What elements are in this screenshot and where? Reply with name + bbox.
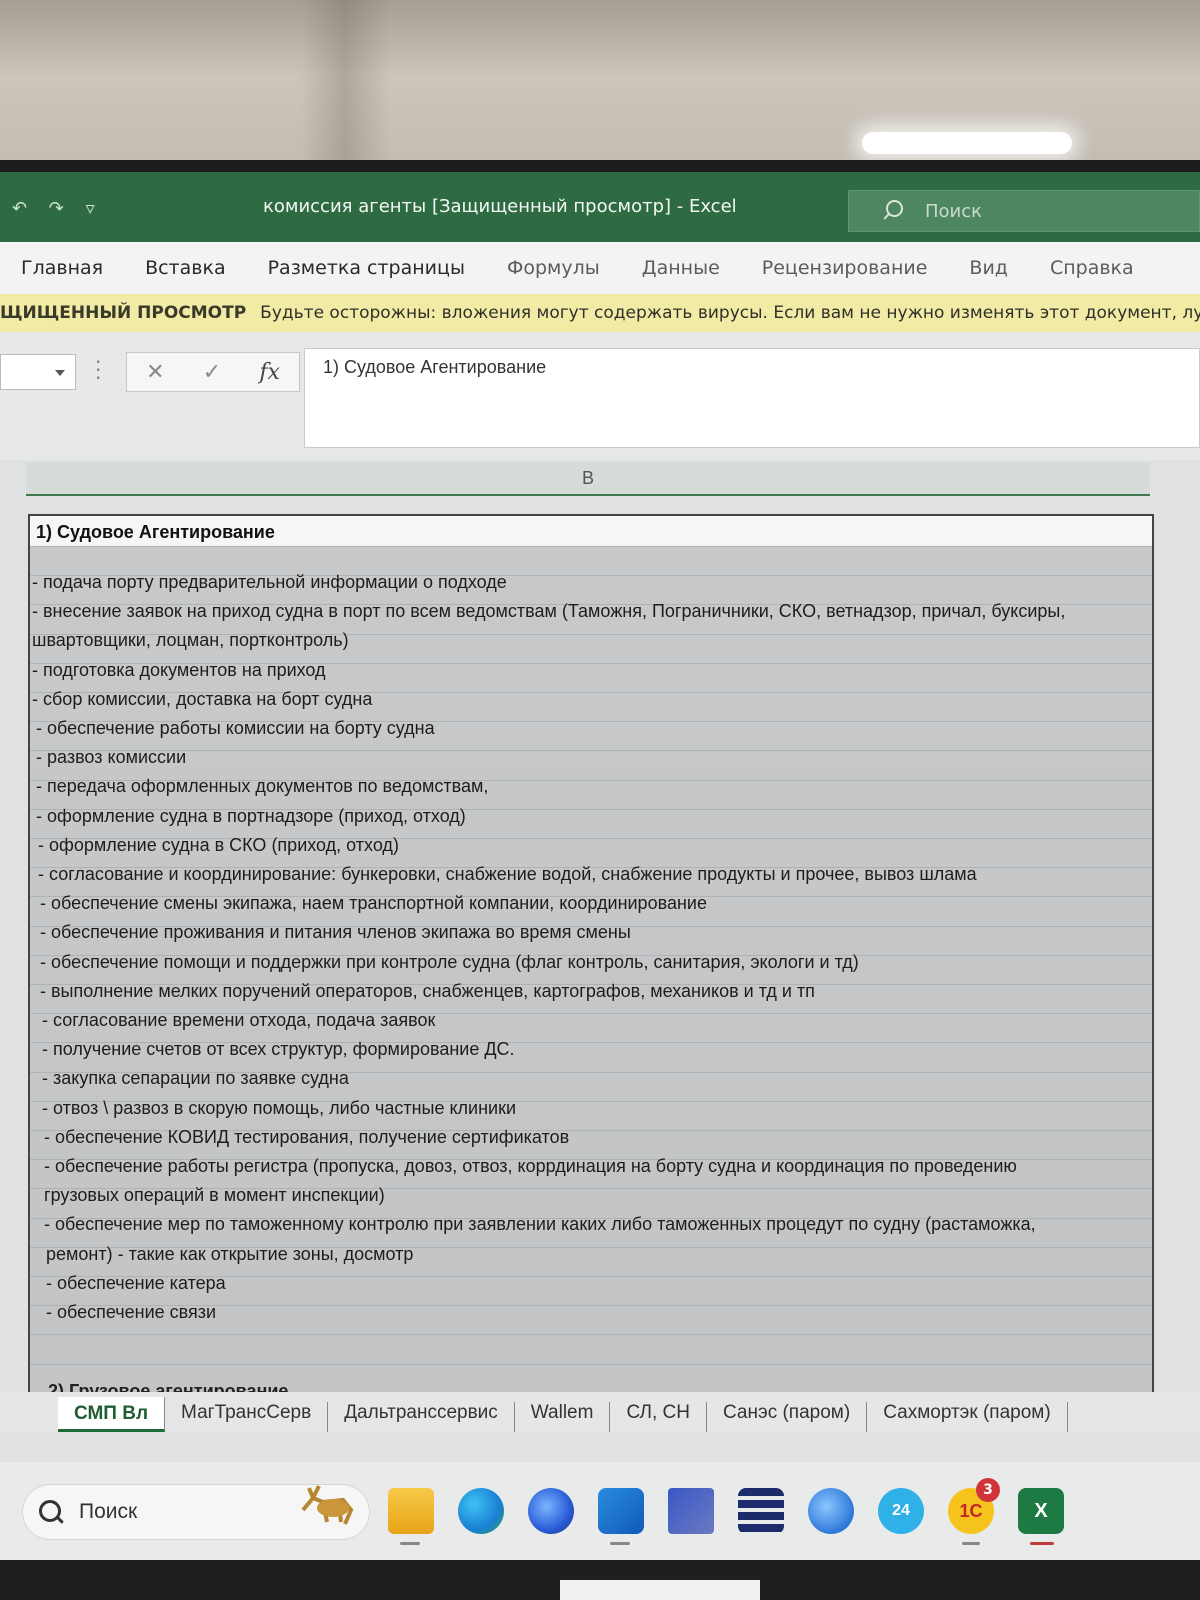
column-header-b[interactable]: B (26, 462, 1150, 496)
running-indicator (962, 1542, 980, 1545)
cell-line: - обеспечение КОВИД тестирования, получе… (44, 1126, 570, 1147)
cell-line: швартовщики, лоцман, портконтроль) (32, 630, 349, 651)
cell-line: - получение счетов от всех структур, фор… (42, 1039, 515, 1060)
background-room (0, 0, 1200, 172)
tab-page-layout[interactable]: Разметка страницы (247, 257, 486, 279)
search-icon (39, 1500, 65, 1526)
sheet-tab-magtransserv[interactable]: МагТрансСерв (165, 1402, 329, 1432)
protected-view-bar: ЩИЩЕННЫЙ ПРОСМОТР Будьте осторожны: влож… (0, 294, 1200, 332)
protected-view-label: ЩИЩЕННЫЙ ПРОСМОТР (0, 303, 247, 323)
row-gridline (30, 1363, 1152, 1365)
tab-view[interactable]: Вид (948, 257, 1029, 279)
cell-line: - развоз комиссии (36, 747, 187, 768)
cell-line: - обеспечение работы регистра (пропуска,… (44, 1156, 1017, 1176)
formula-bar: · · · ✕ ✓ fx 1) Судовое Агентирование (0, 332, 1200, 460)
row-gridline (30, 546, 1152, 547)
paper-sheet (560, 1580, 760, 1600)
active-indicator (1030, 1542, 1054, 1545)
ribbon-tabs: Главная Вставка Разметка страницы Формул… (0, 242, 1200, 294)
network-app-icon[interactable] (668, 1488, 714, 1534)
cell-line: - обеспечение смены экипажа, наем трансп… (40, 893, 707, 914)
formula-input[interactable]: 1) Судовое Агентирование (304, 348, 1200, 448)
cell-line: - закупка сепарации по заявке судна (42, 1068, 349, 1089)
sheet-tab-sl-sn[interactable]: СЛ, СН (610, 1402, 707, 1432)
excel-window: ↶ ↷ ▿ комиссия агенты [Защищенный просмо… (0, 172, 1200, 1560)
globe-app-icon[interactable] (808, 1488, 854, 1534)
stack-app-icon[interactable] (738, 1488, 784, 1534)
formula-buttons: ✕ ✓ fx (126, 352, 300, 392)
next-cell-heading: 2) Грузовое агентирование (48, 1381, 289, 1392)
quick-access-toolbar[interactable]: ↶ ↷ ▿ (12, 198, 103, 219)
cell-line: грузовых операций в момент инспекции) (44, 1185, 385, 1206)
cell-line: - согласование времени отхода, подача за… (42, 1010, 436, 1030)
cell-line: - выполнение мелких поручений операторов… (40, 980, 815, 1001)
tab-help[interactable]: Справка (1029, 257, 1155, 279)
notification-badge: 3 (976, 1478, 1000, 1502)
tab-home[interactable]: Главная (0, 257, 124, 279)
row-gridline (30, 750, 1152, 752)
cell-line: - оформление судна в портнадзоре (приход… (36, 805, 466, 826)
running-indicator (610, 1542, 630, 1545)
sheet-tab-sahmortek[interactable]: Сахмортэк (паром) (867, 1402, 1068, 1432)
search-placeholder: Поиск (925, 200, 983, 222)
running-indicator (400, 1542, 420, 1545)
sheet-tab-wallem[interactable]: Wallem (515, 1402, 611, 1432)
cancel-icon[interactable]: ✕ (146, 360, 164, 385)
outlook-icon[interactable] (598, 1488, 644, 1534)
sheet-tabs: СМП Вл МагТрансСерв Дальтранссервис Wall… (0, 1392, 1200, 1432)
tab-formulas[interactable]: Формулы (486, 257, 621, 279)
background-pillar (300, 0, 390, 172)
bitrix24-icon[interactable]: 24 (878, 1488, 924, 1534)
formula-bar-handle[interactable]: · · · (95, 352, 101, 388)
firefox-icon[interactable] (528, 1488, 574, 1534)
cell-line: - обеспечение мер по таможенному контрол… (44, 1214, 1036, 1235)
confirm-icon[interactable]: ✓ (203, 360, 221, 385)
cell-b-selected[interactable]: 1) Судовое Агентирование - подача порту … (28, 514, 1154, 1394)
monitor-bezel-bottom (0, 1560, 1200, 1600)
cell-line: - оформление судна в СКО (приход, отход) (38, 834, 399, 855)
sheet-tab-smp[interactable]: СМП Вл (58, 1397, 166, 1432)
cell-line: - обеспечение помощи и поддержки при кон… (40, 951, 859, 972)
insert-function-icon[interactable]: fx (259, 360, 280, 385)
taskbar: Поиск 24 1С 3 X (0, 1462, 1200, 1560)
chevron-down-icon[interactable] (55, 370, 65, 376)
protected-view-message: Будьте осторожны: вложения могут содержа… (260, 303, 1200, 323)
cell-line: - согласование и координирование: бункер… (38, 864, 977, 884)
search-box[interactable]: Поиск (848, 190, 1200, 232)
sheet-tab-sanes[interactable]: Санэс (паром) (707, 1402, 868, 1432)
cell-line: - передача оформленных документов по вед… (36, 776, 489, 797)
deer-app-icon[interactable] (293, 1480, 359, 1528)
cell-line: ремонт) - такие как открытие зоны, досмо… (46, 1243, 414, 1264)
sheet-tab-daltransservis[interactable]: Дальтранссервис (328, 1402, 515, 1432)
window-title: комиссия агенты [Защищенный просмотр] - … (263, 196, 737, 217)
taskbar-search-label: Поиск (79, 1500, 138, 1523)
tab-insert[interactable]: Вставка (124, 257, 247, 279)
tab-review[interactable]: Рецензирование (741, 257, 949, 279)
cell-line: - подготовка документов на приход (32, 659, 326, 680)
name-box[interactable] (0, 354, 76, 390)
file-explorer-icon[interactable] (388, 1488, 434, 1534)
cell-line: - отвоз \ развоз в скорую помощь, либо ч… (42, 1097, 517, 1118)
excel-icon[interactable]: X (1018, 1488, 1064, 1534)
cell-line: - подача порту предварительной информаци… (32, 572, 507, 592)
edge-icon[interactable] (458, 1488, 504, 1534)
cell-line: - обеспечение проживания и питания члено… (40, 922, 631, 943)
cell-line: - сбор комиссии, доставка на борт судна (32, 688, 373, 709)
cell-line: - внесение заявок на приход судна в порт… (32, 601, 1066, 622)
cell-line: - обеспечение работы комиссии на борту с… (36, 718, 435, 738)
title-bar: ↶ ↷ ▿ комиссия агенты [Защищенный просмо… (0, 172, 1200, 242)
cell-line: - обеспечение катера (46, 1272, 226, 1293)
ceiling-light (862, 132, 1072, 154)
cell-line: - обеспечение связи (46, 1302, 217, 1322)
search-icon (881, 200, 903, 222)
cell-title: 1) Судовое Агентирование (30, 516, 1152, 546)
tab-data[interactable]: Данные (621, 257, 741, 279)
row-gridline (30, 1334, 1152, 1336)
